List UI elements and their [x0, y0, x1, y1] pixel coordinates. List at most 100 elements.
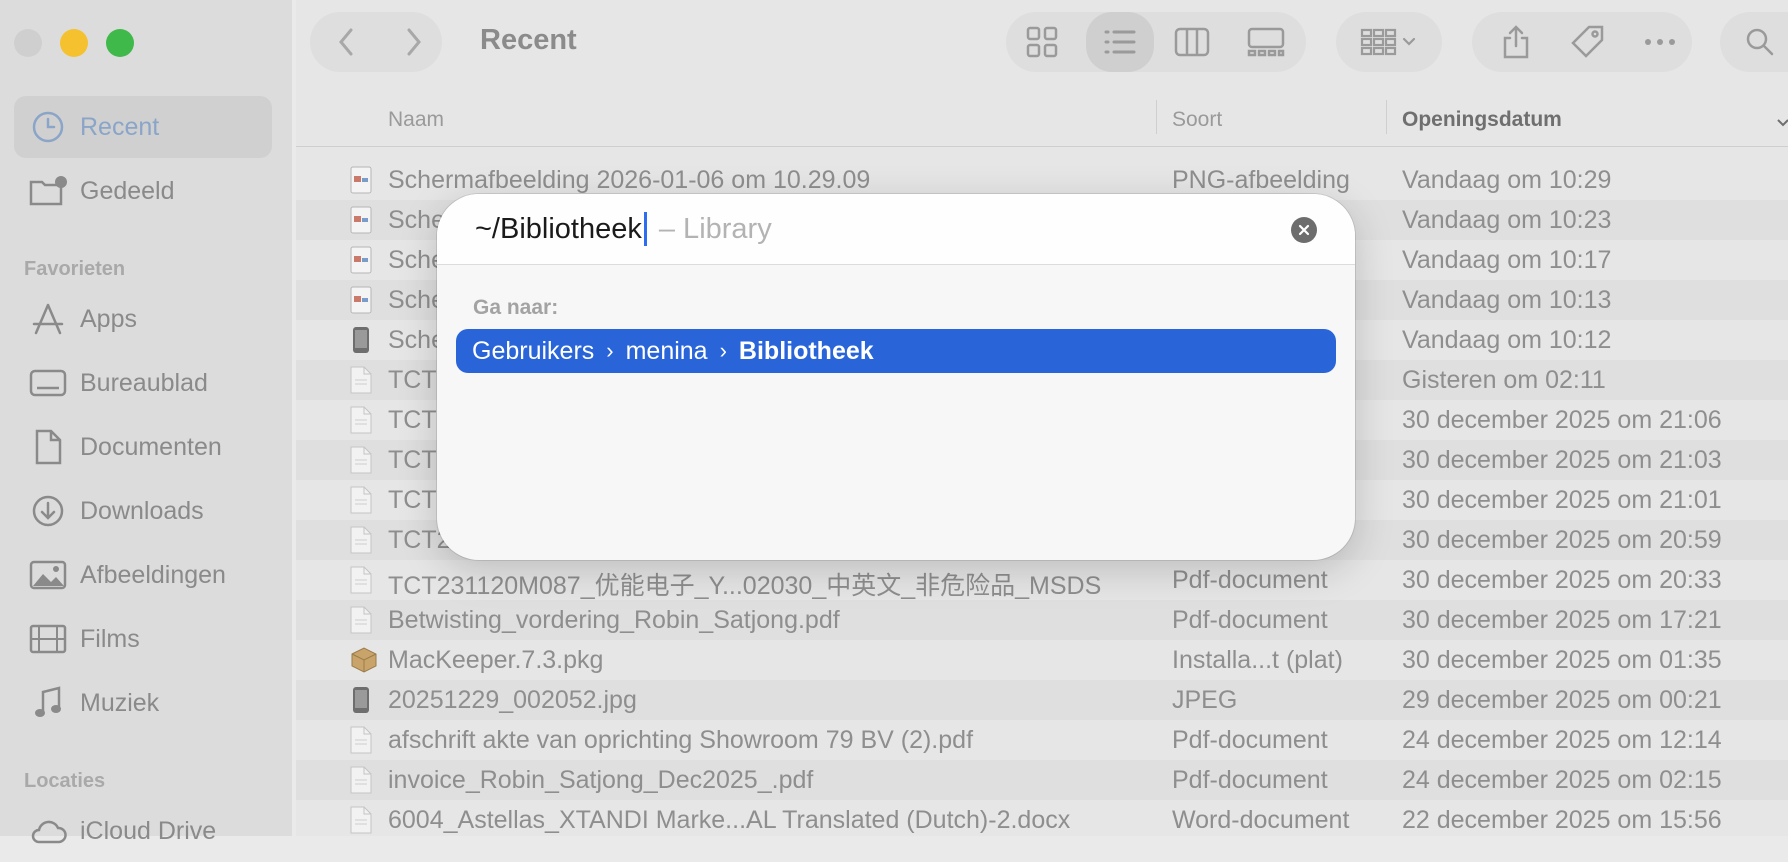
download-icon: [28, 491, 68, 531]
file-name: afschrift akte van oprichting Showroom 7…: [388, 726, 974, 754]
sidebar-item-downloads[interactable]: Downloads: [14, 480, 272, 542]
search-icon: [1746, 28, 1774, 56]
window-title: Recent: [480, 24, 577, 56]
file-date: Vandaag om 10:12: [1402, 326, 1612, 354]
table-row[interactable]: 20251229_002052.jpg JPEG 29 december 2025 …: [296, 680, 1788, 720]
file-kind: Pdf-document: [1172, 606, 1328, 634]
file-date: 30 december 2025 om 21:06: [1402, 406, 1722, 434]
doc-file-icon: [350, 606, 372, 634]
path-segment: Bibliotheek: [738, 336, 874, 365]
sidebar-item-label: Downloads: [80, 496, 204, 525]
sidebar-item-recent[interactable]: Recent: [14, 96, 272, 158]
file-date: Vandaag om 10:17: [1402, 246, 1612, 274]
file-name: Schermafbeelding 2026-01-06 om 10.29.09: [388, 166, 871, 194]
favorites-header: Favorieten: [24, 258, 126, 280]
list-icon: [1104, 30, 1136, 54]
file-date: 29 december 2025 om 00:21: [1402, 686, 1722, 714]
file-name: TCT: [388, 446, 437, 474]
sidebar-item-label: Muziek: [80, 688, 160, 717]
phone-image-icon: [350, 326, 372, 354]
table-row[interactable]: Betwisting_vordering_Robin_Satjong.pdf Pd…: [296, 600, 1788, 640]
table-row[interactable]: TCT231120M087_优能电子_Y...02030_中英文_非危险品_MS…: [296, 560, 1788, 600]
share-icon: [1503, 25, 1529, 59]
sidebar-item-apps[interactable]: Apps: [14, 288, 272, 350]
table-row[interactable]: afschrift akte van oprichting Showroom 7…: [296, 720, 1788, 760]
column-view-button[interactable]: [1162, 12, 1222, 72]
doc-file-icon: [350, 566, 372, 594]
file-date: 30 december 2025 om 20:59: [1402, 526, 1722, 554]
search-button[interactable]: [1730, 12, 1788, 72]
gallery-icon: [1247, 27, 1285, 57]
path-suggestion[interactable]: Gebruikers › menina › Bibliotheek: [456, 329, 1336, 373]
file-date: 22 december 2025 om 15:56: [1402, 806, 1722, 834]
more-actions-button[interactable]: [1630, 12, 1690, 72]
sidebar-item-icloud[interactable]: iCloud Drive: [14, 800, 272, 862]
minimize-window-button[interactable]: [60, 29, 88, 57]
clear-input-button[interactable]: [1291, 217, 1317, 243]
sidebar-item-desktop[interactable]: Bureaublad: [14, 352, 272, 414]
doc-file-icon: [350, 366, 372, 394]
file-kind: Word-document: [1172, 806, 1350, 834]
column-divider[interactable]: [1156, 100, 1157, 134]
go-to-folder-dialog: ~/Bibliotheek – Library Ga naar: Gebruike…: [437, 194, 1355, 560]
file-kind: PNG-afbeelding: [1172, 166, 1350, 194]
sidebar-item-documents[interactable]: Documenten: [14, 416, 272, 478]
zoom-window-button[interactable]: [106, 29, 134, 57]
sidebar-item-pictures[interactable]: Afbeeldingen: [14, 544, 272, 606]
goto-section-label: Ga naar:: [473, 296, 559, 319]
column-header-date[interactable]: Openingsdatum: [1402, 108, 1562, 132]
tag-button[interactable]: [1558, 12, 1618, 72]
table-row[interactable]: invoice_Robin_Satjong_Dec2025_.pdf Pdf-do…: [296, 760, 1788, 800]
film-icon: [28, 619, 68, 659]
sidebar-item-shared[interactable]: Gedeeld: [14, 160, 272, 222]
file-kind: Installa...t (plat): [1172, 646, 1343, 674]
tag-icon: [1571, 25, 1604, 58]
sidebar-item-label: Apps: [80, 304, 137, 333]
file-kind: Pdf-document: [1172, 726, 1328, 754]
sidebar-item-label: Documenten: [80, 432, 222, 461]
apps-icon: [28, 299, 68, 339]
image-file-icon: [350, 286, 372, 314]
sidebar-item-music[interactable]: Muziek: [14, 672, 272, 734]
file-name: Betwisting_vordering_Robin_Satjong.pdf: [388, 606, 840, 634]
group-by-button[interactable]: [1348, 12, 1432, 72]
path-segment: Gebruikers: [472, 336, 595, 365]
path-input-value[interactable]: ~/Bibliotheek: [475, 213, 642, 246]
file-date: Vandaag om 10:23: [1402, 206, 1612, 234]
forward-button[interactable]: [384, 12, 444, 72]
package-icon: [350, 646, 377, 674]
file-date: Vandaag om 10:13: [1402, 286, 1612, 314]
list-view-button[interactable]: [1086, 12, 1154, 72]
path-segment: menina: [625, 336, 708, 365]
column-divider[interactable]: [1386, 100, 1387, 134]
text-caret: [643, 212, 647, 246]
file-name: TCT231120M087_优能电子_Y...02030_中英文_非危险品_MS…: [388, 572, 1102, 600]
gallery-view-button[interactable]: [1236, 12, 1296, 72]
phone-image-icon: [350, 686, 372, 714]
table-row[interactable]: 6004_Astellas_XTANDI Marke...AL Translat…: [296, 800, 1788, 840]
sidebar-item-movies[interactable]: Films: [14, 608, 272, 670]
path-input-bar: ~/Bibliotheek – Library: [437, 194, 1355, 265]
doc-file-icon: [350, 406, 372, 434]
column-header-kind[interactable]: Soort: [1172, 108, 1222, 132]
sidebar-item-label: Recent: [80, 112, 160, 141]
locations-header: Locaties: [24, 770, 106, 792]
sort-descending-icon: [1777, 119, 1788, 127]
path-input[interactable]: ~/Bibliotheek – Library: [475, 212, 772, 246]
icon-view-button[interactable]: [1012, 12, 1072, 72]
doc-file-icon: [350, 526, 372, 554]
file-kind: JPEG: [1172, 686, 1238, 714]
share-button[interactable]: [1486, 12, 1546, 72]
table-row[interactable]: MacKeeper.7.3.pkg Installa...t (plat) 30 d…: [296, 640, 1788, 680]
column-header-name[interactable]: Naam: [388, 108, 444, 132]
clock-icon: [28, 107, 68, 147]
doc-file-icon: [350, 726, 372, 754]
chevron-right-icon: ›: [719, 338, 727, 363]
document-icon: [28, 427, 68, 467]
back-button[interactable]: [316, 12, 376, 72]
file-date: 24 december 2025 om 12:14: [1402, 726, 1722, 754]
photo-icon: [28, 555, 68, 595]
close-window-button[interactable]: [14, 29, 42, 57]
image-file-icon: [350, 206, 372, 234]
path-input-hint: – Library: [658, 212, 772, 245]
